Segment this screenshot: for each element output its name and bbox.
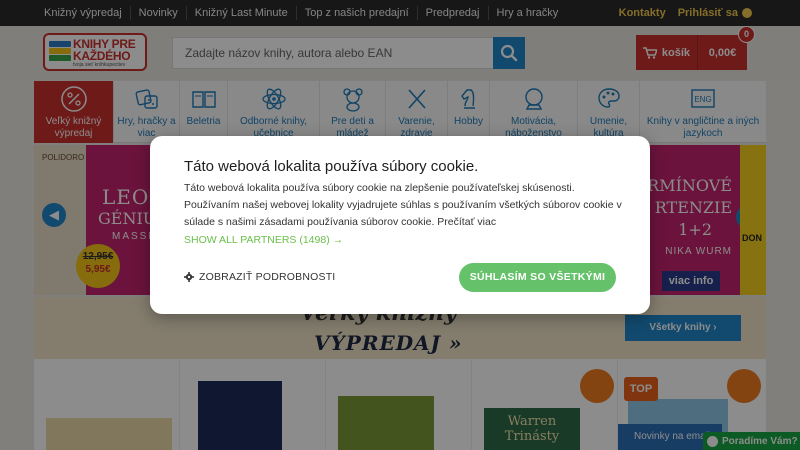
accept-all-button[interactable]: SÚHLASÍM SO VŠETKÝMI [459, 263, 616, 292]
cookie-dialog: Táto webová lokalita používa súbory cook… [150, 136, 650, 314]
cookie-dialog-title: Táto webová lokalita používa súbory cook… [184, 158, 479, 175]
show-partners-link[interactable]: SHOW ALL PARTNERS (1498) → [184, 234, 343, 246]
show-details-button[interactable]: ZOBRAZIŤ PODROBNOSTI [184, 271, 335, 283]
show-details-label: ZOBRAZIŤ PODROBNOSTI [199, 271, 336, 283]
cookie-dialog-text: Táto webová lokalita používa súbory cook… [184, 182, 622, 228]
gear-icon [184, 272, 194, 282]
